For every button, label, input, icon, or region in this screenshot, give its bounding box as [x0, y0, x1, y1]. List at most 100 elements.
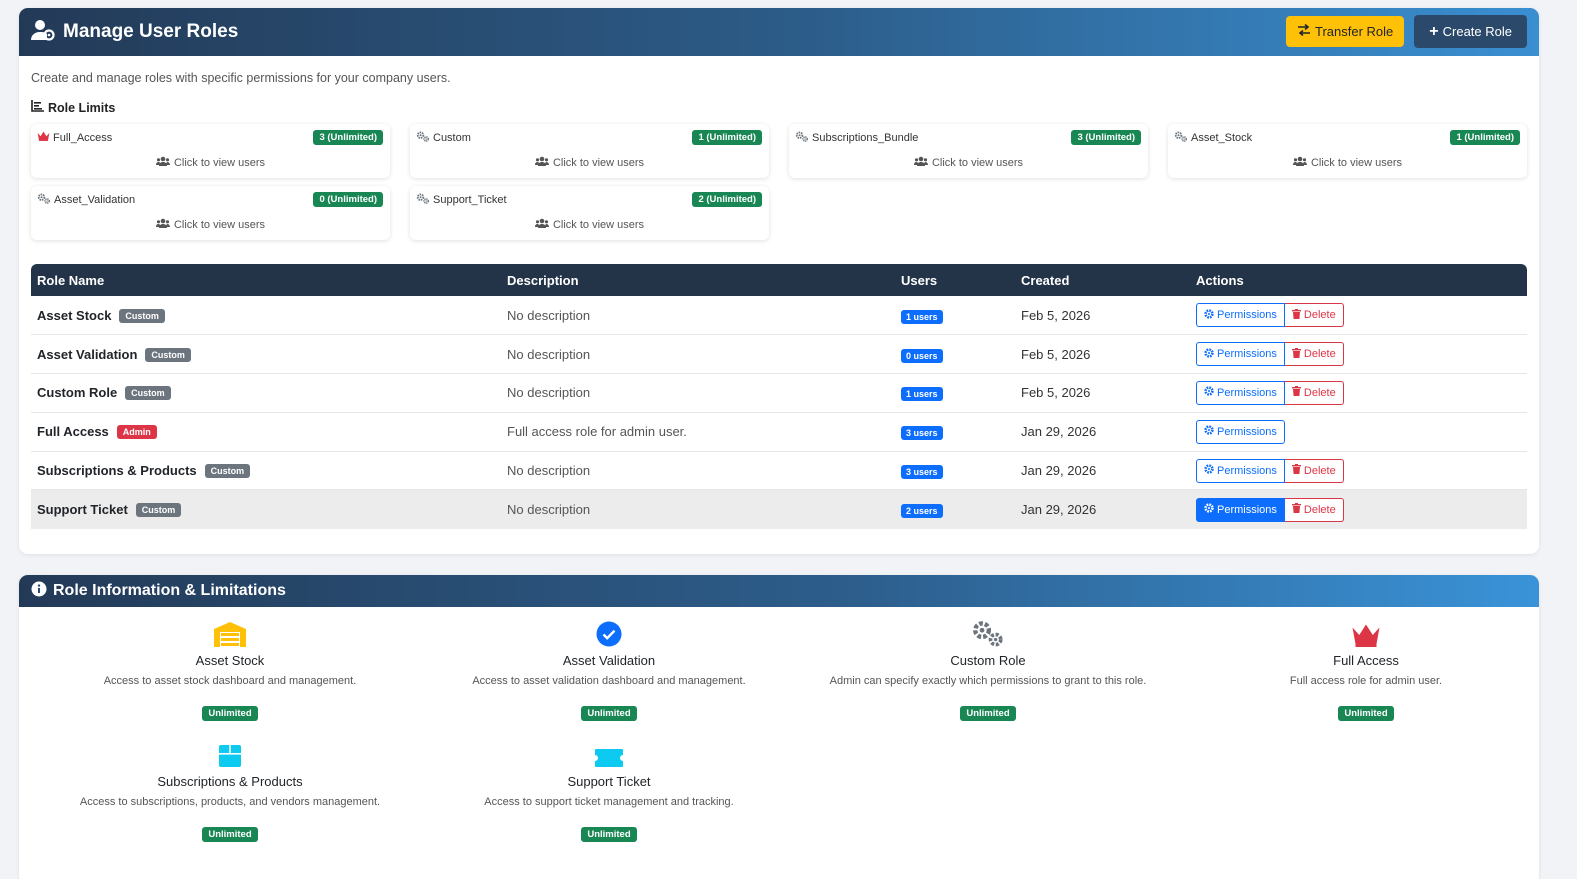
role-limits-title: Role Limits	[48, 100, 116, 115]
permissions-label: Permissions	[1217, 503, 1277, 516]
role-limit-name: Full_Access	[37, 131, 112, 144]
users-icon	[155, 218, 170, 231]
gear-icon	[1204, 347, 1214, 361]
view-users-link[interactable]: Click to view users	[789, 156, 1148, 169]
delete-button[interactable]: Delete	[1284, 380, 1344, 405]
delete-label: Delete	[1303, 503, 1336, 516]
create-role-button[interactable]: + Create Role	[1414, 15, 1527, 48]
box-icon	[41, 738, 419, 768]
gears-icon	[416, 193, 430, 207]
table-row: Asset Stock Custom No description 1 users…	[31, 296, 1527, 336]
role-info-desc: Access to support ticket management and …	[484, 796, 734, 808]
transfer-role-button[interactable]: Transfer Role	[1286, 16, 1405, 47]
role-limit-card[interactable]: Support_Ticket 2 (Unlimited) Click to vi…	[410, 186, 769, 240]
delete-button[interactable]: Delete	[1284, 497, 1344, 522]
role-info-item: Full Access Full access role for admin u…	[1177, 617, 1539, 721]
table-header-row: Role Name Description Users Created Acti…	[31, 264, 1527, 296]
users-count-badge: 1 users	[901, 309, 943, 324]
permissions-label: Permissions	[1217, 348, 1277, 361]
permissions-label: Permissions	[1217, 464, 1277, 477]
role-info-title: Role Information & Limitations	[53, 582, 286, 599]
role-name: Custom Role	[37, 385, 118, 401]
role-limit-name: Custom	[416, 131, 471, 145]
permissions-button[interactable]: Permissions	[1196, 303, 1285, 328]
permissions-button[interactable]: Permissions	[1196, 380, 1285, 405]
col-users: Users	[901, 272, 938, 288]
role-info-title: Asset Validation	[562, 653, 656, 668]
role-type-badge: Custom	[135, 503, 182, 518]
table-row: Asset Validation Custom No description 0 …	[31, 334, 1527, 375]
role-limit-card[interactable]: Full_Access 3 (Unlimited) Click to view …	[31, 124, 390, 178]
users-icon	[534, 218, 549, 231]
unlimited-badge: Unlimited	[1338, 706, 1394, 721]
create-role-label: Create Role	[1442, 24, 1512, 39]
role-type-badge: Custom	[145, 347, 191, 362]
role-limit-card[interactable]: Custom 1 (Unlimited) Click to view users	[410, 124, 769, 178]
role-info-card: Role Information & Limitations Asset Sto…	[19, 575, 1539, 879]
role-limit-card[interactable]: Subscriptions_Bundle 3 (Unlimited) Click…	[789, 124, 1148, 178]
users-icon	[534, 156, 549, 169]
role-name: Subscriptions & Products	[37, 463, 197, 479]
role-limit-card[interactable]: Asset_Validation 0 (Unlimited) Click to …	[31, 186, 390, 240]
role-limit-badge: 3 (Unlimited)	[1071, 130, 1141, 145]
trash-icon	[1291, 347, 1301, 361]
delete-button[interactable]: Delete	[1284, 342, 1344, 367]
delete-button[interactable]: Delete	[1284, 303, 1344, 328]
permissions-button[interactable]: Permissions	[1196, 419, 1285, 444]
view-users-link[interactable]: Click to view users	[1168, 156, 1527, 169]
role-limit-name: Asset_Stock	[1174, 131, 1252, 145]
warehouse-icon	[41, 617, 419, 647]
role-limit-badge: 0 (Unlimited)	[313, 192, 383, 207]
role-limit-label: Support_Ticket	[433, 194, 507, 207]
role-type-badge: Custom	[125, 386, 171, 401]
users-icon	[913, 156, 928, 169]
role-name: Asset Validation	[37, 346, 138, 362]
role-description: No description	[501, 296, 895, 336]
trash-icon	[1291, 386, 1301, 399]
role-limit-label: Subscriptions_Bundle	[812, 132, 919, 145]
info-circle-icon	[31, 581, 47, 602]
manage-roles-header: Manage User Roles Transfer Role + Create…	[19, 8, 1539, 56]
role-description: No description	[501, 489, 895, 529]
permissions-button[interactable]: Permissions	[1196, 458, 1285, 483]
users-count-badge: 0 users	[901, 348, 943, 363]
created-date: Feb 5, 2026	[1015, 334, 1190, 375]
role-limits-heading: Role Limits	[31, 100, 115, 115]
role-info-desc: Access to asset stock dashboard and mana…	[103, 675, 357, 687]
role-limit-badge: 1 (Unlimited)	[1450, 130, 1520, 145]
role-type-badge: Custom	[204, 464, 251, 479]
view-users-link[interactable]: Click to view users	[31, 156, 390, 169]
role-limit-badge: 1 (Unlimited)	[692, 130, 762, 145]
role-description: No description	[501, 334, 895, 375]
table-row: Support Ticket Custom No description 2 us…	[31, 489, 1527, 529]
col-actions: Actions	[1196, 272, 1244, 288]
role-limit-card[interactable]: Asset_Stock 1 (Unlimited) Click to view …	[1168, 124, 1527, 178]
gears-icon	[799, 617, 1177, 647]
role-limit-label: Full_Access	[53, 131, 113, 144]
view-users-link[interactable]: Click to view users	[410, 218, 769, 231]
gear-icon	[1204, 425, 1214, 438]
role-description: Full access role for admin user.	[501, 412, 895, 452]
crown-icon	[1177, 617, 1539, 647]
role-info-item: Asset Validation Access to asset validat…	[420, 617, 798, 721]
page-title: Manage User Roles	[63, 21, 239, 42]
role-info-title: Support Ticket	[567, 774, 651, 789]
transfer-role-label: Transfer Role	[1315, 24, 1394, 39]
role-info-desc: Admin can specify exactly which permissi…	[829, 675, 1147, 687]
role-info-item: Support Ticket Access to support ticket …	[420, 738, 798, 842]
table-row: Full Access Admin Full access role for ad…	[31, 412, 1527, 452]
unlimited-badge: Unlimited	[581, 827, 637, 842]
permissions-button[interactable]: Permissions	[1196, 342, 1285, 367]
role-limit-label: Asset_Validation	[54, 194, 136, 207]
delete-button[interactable]: Delete	[1284, 458, 1344, 483]
created-date: Feb 5, 2026	[1015, 296, 1190, 336]
permissions-button[interactable]: Permissions	[1196, 497, 1285, 522]
created-date: Jan 29, 2026	[1015, 451, 1190, 491]
view-users-label: Click to view users	[931, 156, 1024, 169]
gears-icon	[795, 131, 809, 145]
users-count-badge: 2 users	[901, 504, 943, 519]
unlimited-badge: Unlimited	[581, 706, 637, 721]
view-users-link[interactable]: Click to view users	[410, 156, 769, 169]
role-name: Support Ticket	[37, 502, 128, 518]
view-users-link[interactable]: Click to view users	[31, 218, 390, 231]
